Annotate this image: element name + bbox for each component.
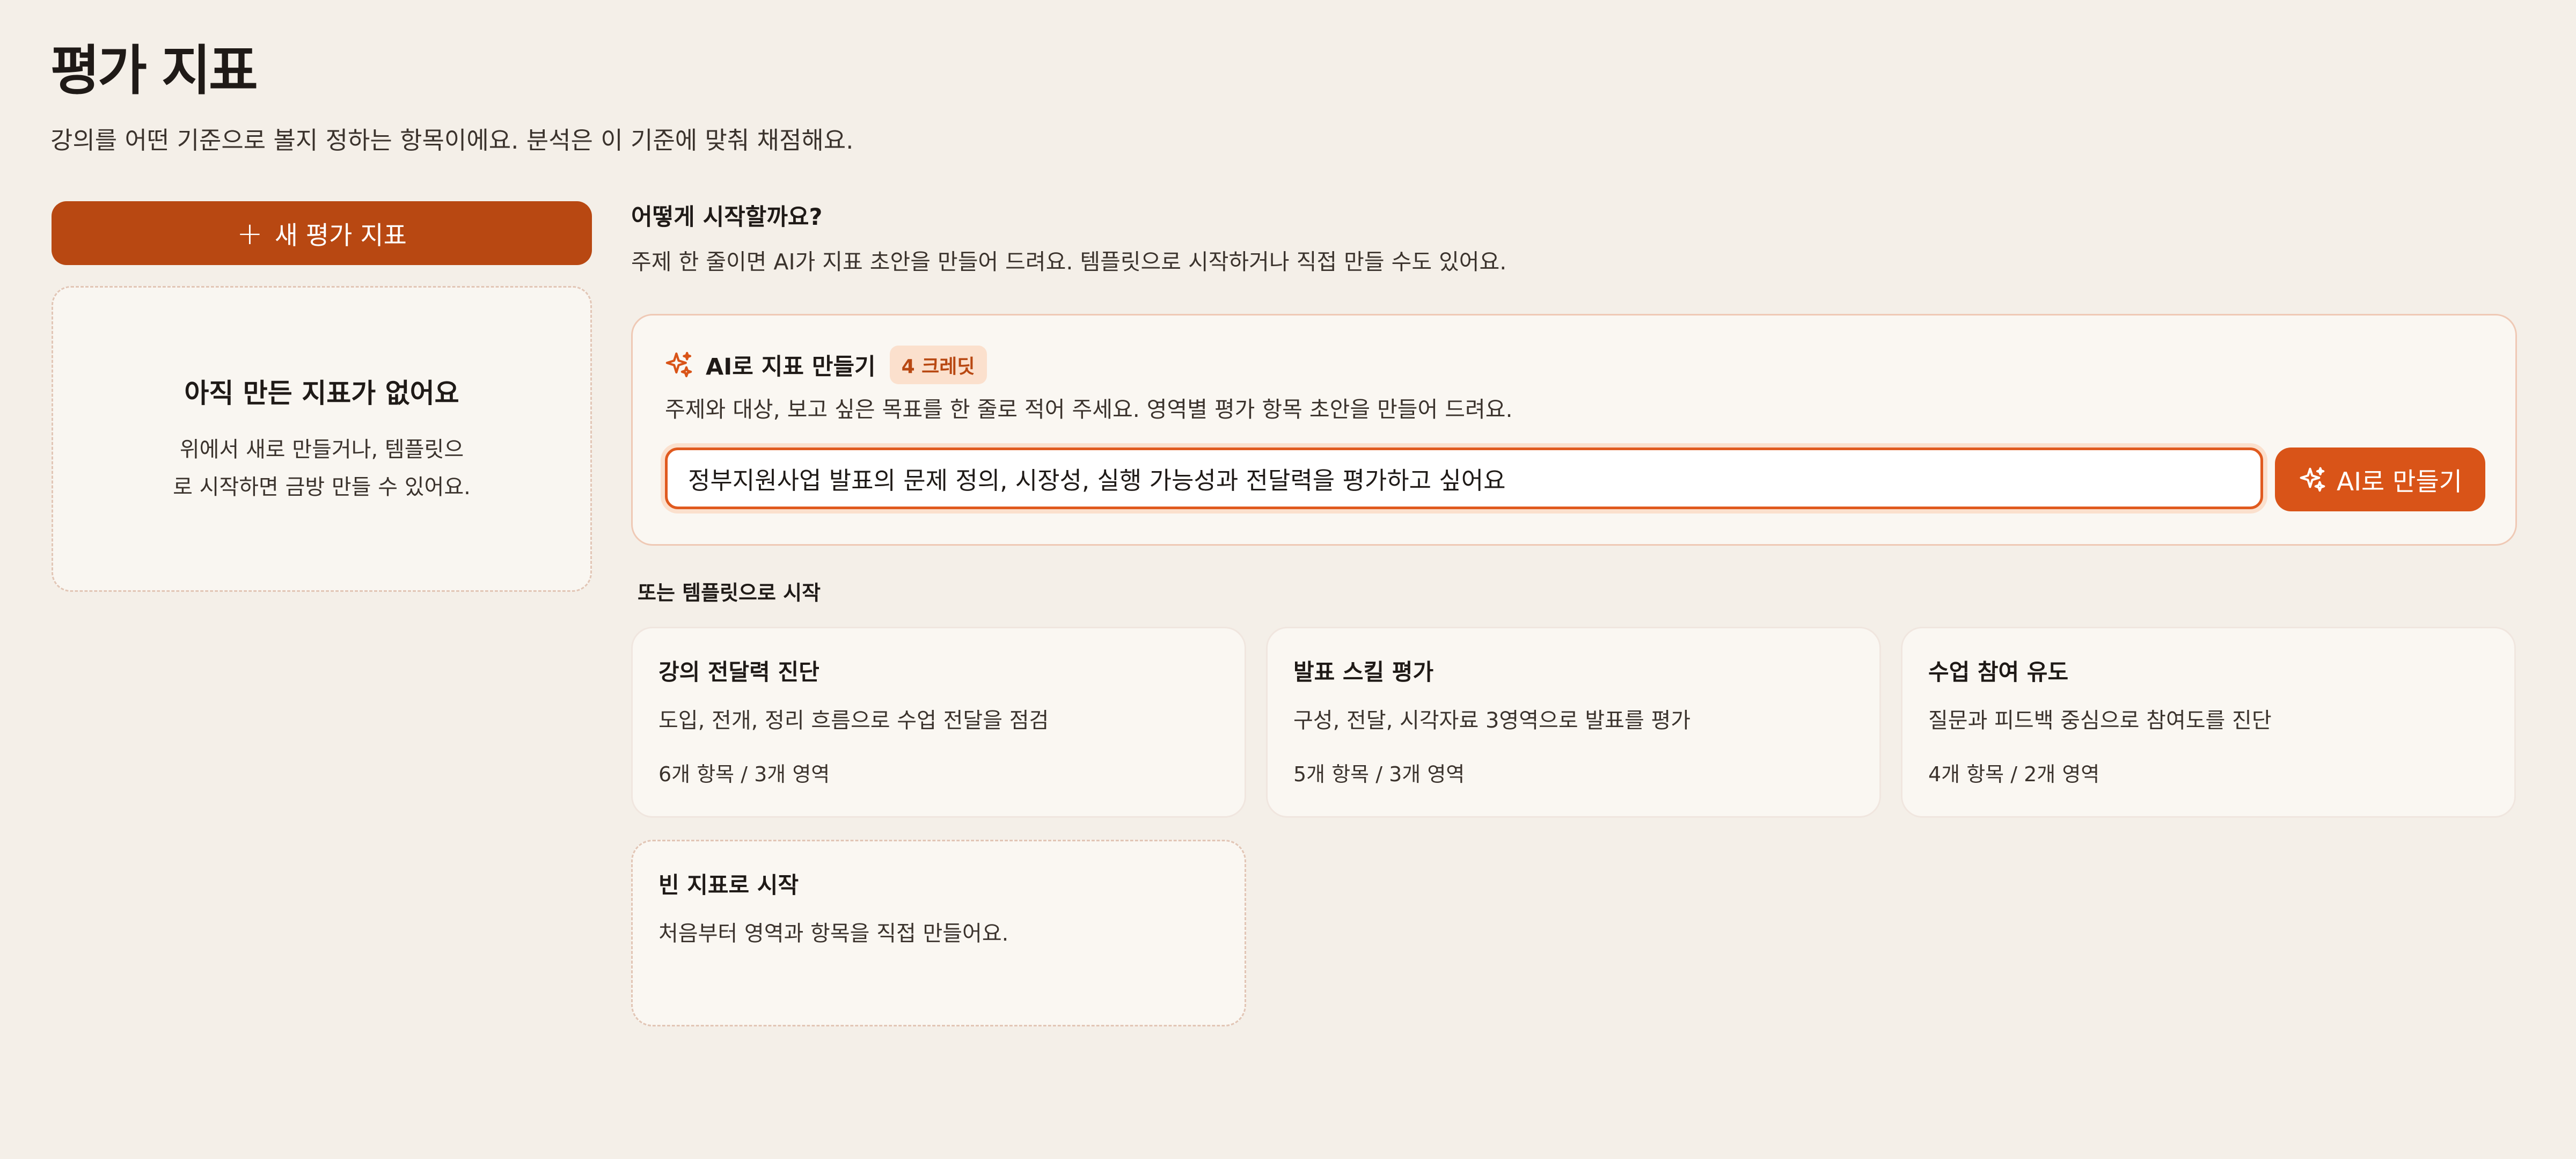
- template-card-description: 질문과 피드백 중심으로 참여도를 진단: [1928, 708, 2272, 733]
- ai-generate-button[interactable]: AI로 만들기: [2275, 448, 2485, 511]
- template-card-presentation-skill[interactable]: 발표 스킬 평가 구성, 전달, 시각자료 3영역으로 발표를 평가 5개 항목…: [1266, 627, 1881, 818]
- new-metric-button[interactable]: + 새 평가 지표: [52, 201, 592, 265]
- ai-generate-button-label: AI로 만들기: [2337, 467, 2462, 497]
- template-card-description: 구성, 전달, 시각자료 3영역으로 발표를 평가: [1293, 708, 1691, 733]
- empty-state-title: 아직 만든 지표가 없어요: [184, 378, 459, 409]
- template-card-blank[interactable]: 빈 지표로 시작 처음부터 영역과 항목을 직접 만들어요.: [631, 840, 1246, 1026]
- template-card-title: 강의 전달력 진단: [658, 659, 819, 685]
- page-subtitle: 강의를 어떤 기준으로 볼지 정하는 항목이에요. 분석은 이 기준에 맞춰 채…: [50, 126, 854, 155]
- credit-badge: 4 크레딧: [889, 346, 987, 384]
- template-card-description: 처음부터 영역과 항목을 직접 만들어요.: [658, 921, 1009, 946]
- template-card-meta: 4개 항목 / 2개 영역: [1928, 762, 2100, 786]
- template-card-title: 발표 스킬 평가: [1293, 659, 1434, 685]
- sparkle-icon: [665, 351, 692, 378]
- template-card-title: 빈 지표로 시작: [658, 872, 799, 898]
- start-description: 주제 한 줄이면 AI가 지표 초안을 만들어 드려요. 템플릿으로 시작하거나…: [631, 249, 1507, 275]
- page-title: 평가 지표: [50, 39, 258, 102]
- template-card-meta: 5개 항목 / 3개 영역: [1293, 762, 1465, 786]
- start-title: 어떻게 시작할까요?: [631, 204, 823, 231]
- plus-icon: +: [237, 215, 263, 252]
- template-card-class-participation[interactable]: 수업 참여 유도 질문과 피드백 중심으로 참여도를 진단 4개 항목 / 2개…: [1901, 627, 2516, 818]
- ai-card-description: 주제와 대상, 보고 싶은 목표를 한 줄로 적어 주세요. 영역별 평가 항목…: [665, 397, 1513, 422]
- template-card-lecture-delivery[interactable]: 강의 전달력 진단 도입, 전개, 정리 흐름으로 수업 전달을 점검 6개 항…: [631, 627, 1246, 818]
- ai-generate-card: AI로 지표 만들기 4 크레딧 주제와 대상, 보고 싶은 목표를 한 줄로 …: [631, 314, 2517, 546]
- template-section-label: 또는 템플릿으로 시작: [638, 581, 821, 605]
- sparkle-icon: [2300, 467, 2325, 492]
- ai-card-header: AI로 지표 만들기 4 크레딧: [664, 346, 987, 384]
- new-metric-button-label: 새 평가 지표: [274, 221, 407, 251]
- empty-state-card: 아직 만든 지표가 없어요 위에서 새로 만들거나, 템플릿으로 시작하면 금방…: [52, 286, 592, 592]
- ai-card-title: AI로 지표 만들기: [706, 354, 876, 380]
- template-card-description: 도입, 전개, 정리 흐름으로 수업 전달을 점검: [658, 708, 1049, 733]
- empty-state-description: 위에서 새로 만들거나, 템플릿으로 시작하면 금방 만들 수 있어요.: [173, 437, 471, 500]
- ai-topic-input[interactable]: [665, 448, 2263, 509]
- template-card-meta: 6개 항목 / 3개 영역: [658, 762, 830, 786]
- template-card-title: 수업 참여 유도: [1928, 659, 2069, 685]
